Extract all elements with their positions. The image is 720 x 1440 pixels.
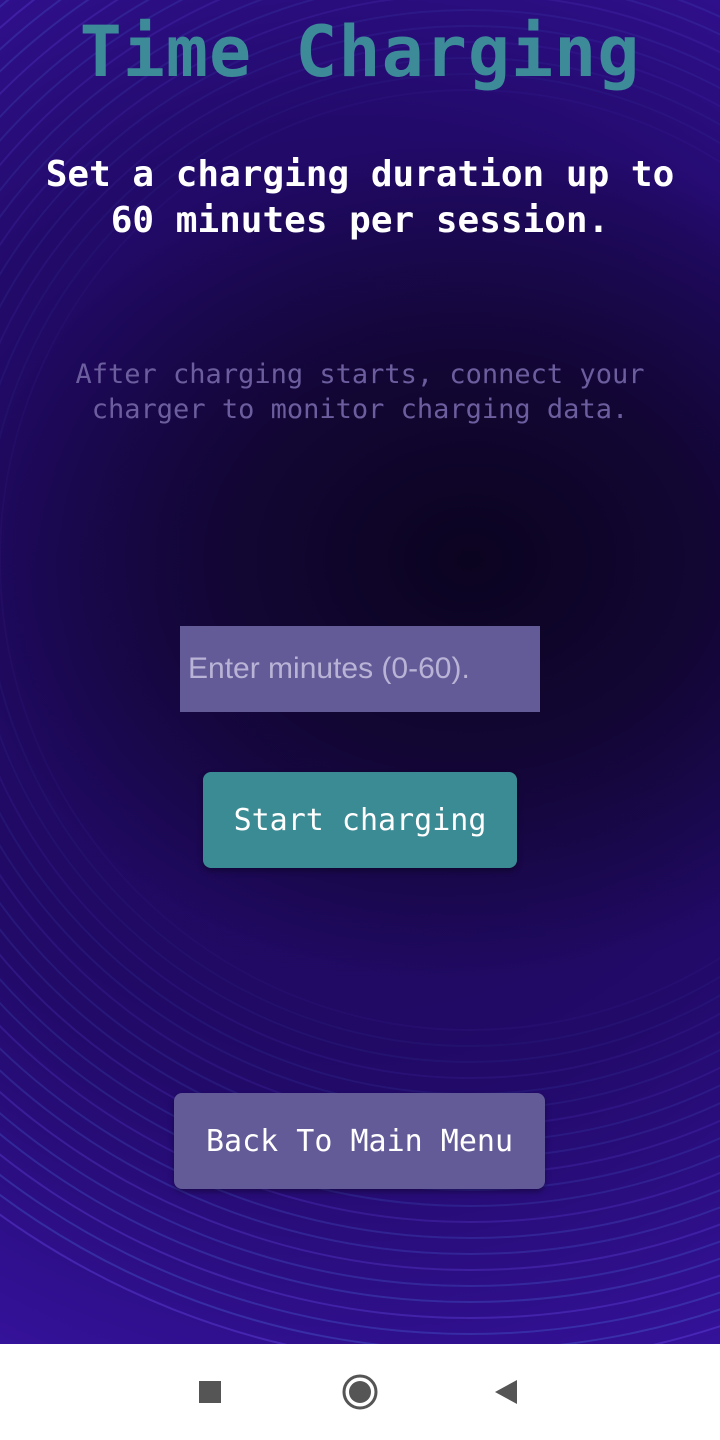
minutes-input[interactable] — [180, 626, 540, 712]
instruction-note: After charging starts, connect your char… — [75, 359, 645, 425]
system-nav-bar — [0, 1344, 720, 1440]
back-icon — [495, 1380, 517, 1404]
recents-button[interactable] — [186, 1368, 234, 1416]
page-title: Time Charging — [79, 11, 641, 93]
start-charging-button[interactable]: Start charging — [203, 772, 517, 868]
page-subtitle: Set a charging duration up to 60 minutes… — [45, 154, 675, 241]
back-button[interactable] — [482, 1368, 530, 1416]
home-button[interactable] — [336, 1368, 384, 1416]
home-icon — [342, 1374, 378, 1410]
back-to-main-menu-button[interactable]: Back To Main Menu — [174, 1093, 545, 1189]
app-screen: Time Charging Set a charging duration up… — [0, 0, 720, 1344]
recents-icon — [199, 1381, 221, 1403]
